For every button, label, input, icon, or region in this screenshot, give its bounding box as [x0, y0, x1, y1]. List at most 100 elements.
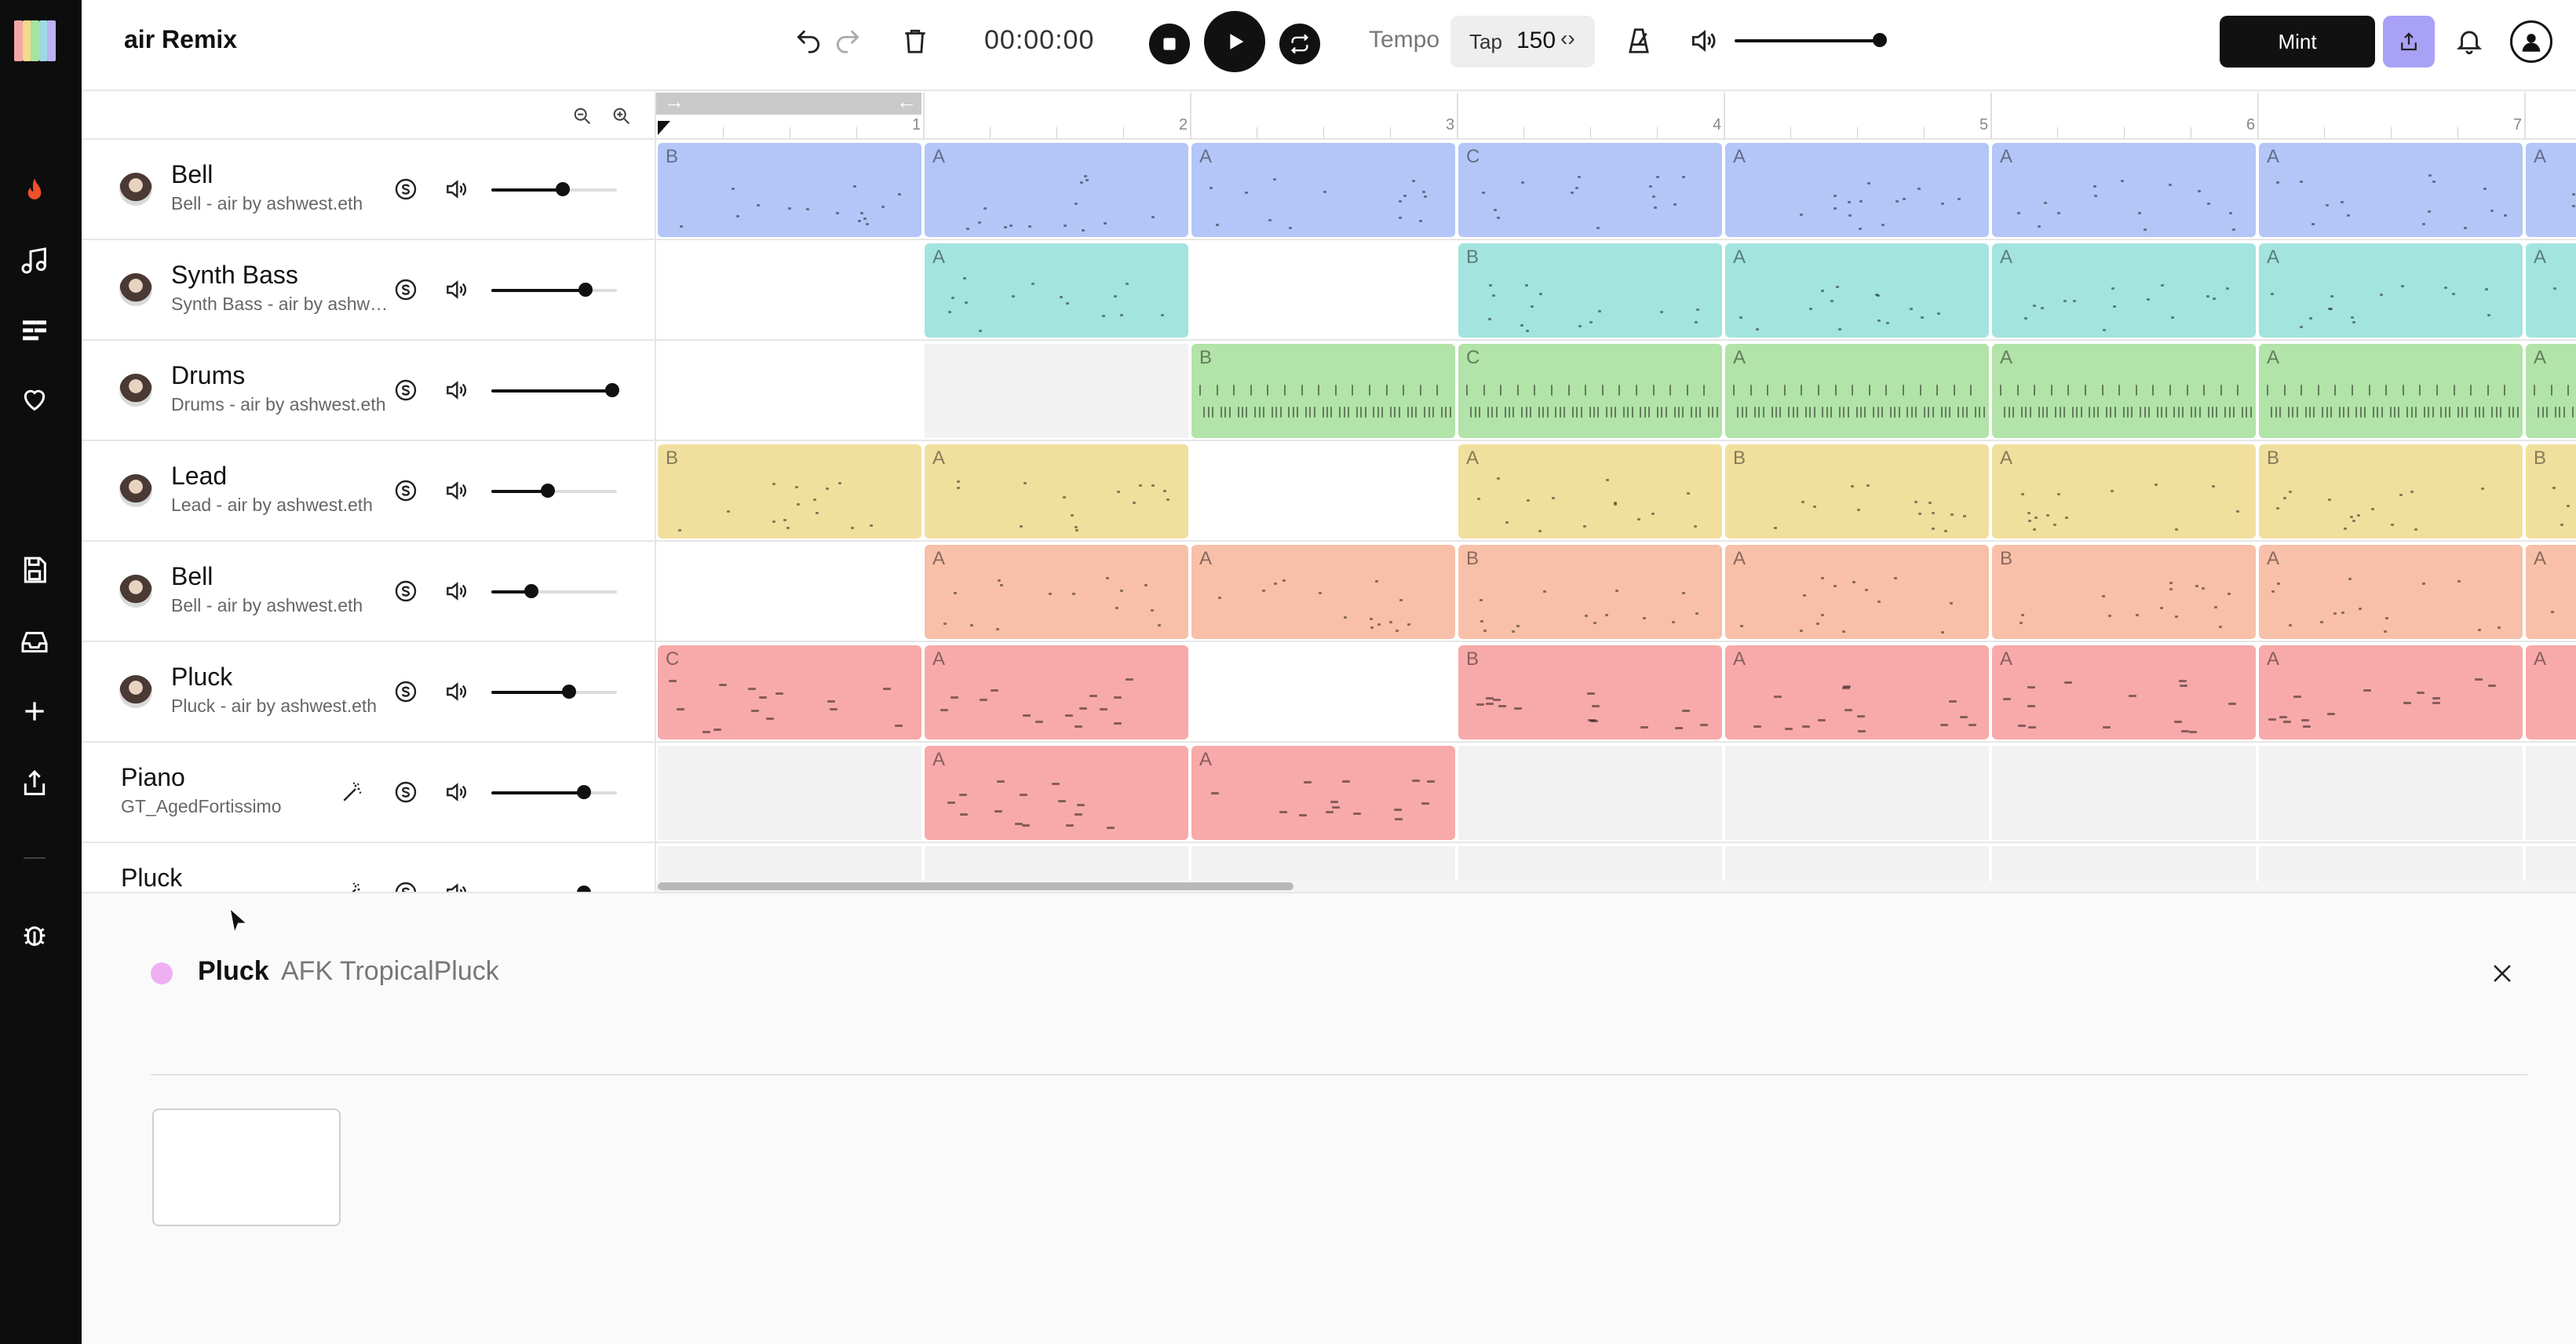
empty-slot[interactable] — [2259, 746, 2523, 840]
pattern-clip[interactable]: A — [1992, 645, 2256, 740]
solo-icon[interactable] — [391, 476, 421, 506]
track-name[interactable]: Bell — [171, 160, 213, 189]
loop-end-handle[interactable]: ← — [896, 93, 917, 114]
tempo-value[interactable]: 150 — [1516, 27, 1556, 54]
bug-icon[interactable] — [17, 917, 52, 951]
pattern-clip[interactable]: A — [925, 545, 1188, 639]
pattern-clip[interactable]: A — [2259, 344, 2523, 438]
app-logo-icon[interactable] — [14, 20, 56, 61]
track-name[interactable]: Pluck — [171, 663, 232, 692]
track-volume-icon[interactable] — [441, 375, 471, 405]
track-name[interactable]: Drums — [171, 361, 245, 390]
slider-knob[interactable] — [556, 182, 571, 196]
track-volume-icon[interactable] — [441, 677, 471, 707]
scrollbar-thumb[interactable] — [658, 882, 1293, 890]
empty-slot[interactable] — [925, 344, 1188, 438]
solo-icon[interactable] — [391, 275, 421, 305]
notification-bell-icon[interactable] — [2452, 24, 2487, 58]
track-lane[interactable]: BAACAAAA — [656, 140, 2576, 240]
track-name[interactable]: Synth Bass — [171, 261, 298, 290]
master-volume-knob[interactable] — [1873, 33, 1887, 47]
pattern-clip[interactable]: A — [1992, 344, 2256, 438]
pattern-clip[interactable]: B — [2259, 444, 2523, 539]
empty-slot[interactable] — [2526, 746, 2576, 840]
upload-button[interactable] — [2383, 16, 2435, 68]
track-volume-icon[interactable] — [441, 275, 471, 305]
inbox-icon[interactable] — [17, 625, 52, 659]
music-note-icon[interactable] — [17, 243, 52, 278]
metronome-icon[interactable] — [1622, 24, 1656, 58]
pattern-clip[interactable]: B — [1458, 545, 1722, 639]
add-icon[interactable] — [17, 694, 52, 729]
track-lane[interactable]: BCAAAA — [656, 341, 2576, 441]
loop-region[interactable]: → ← — [656, 93, 921, 115]
magic-wand-icon[interactable] — [338, 777, 367, 807]
track-volume-icon[interactable] — [441, 878, 471, 892]
slider-knob[interactable] — [577, 785, 592, 799]
empty-slot[interactable] — [1458, 746, 1722, 840]
pattern-clip[interactable]: A — [925, 645, 1188, 740]
pattern-clip[interactable]: B — [1992, 545, 2256, 639]
pattern-clip[interactable]: A — [1992, 444, 2256, 539]
pattern-clip[interactable]: A — [1992, 243, 2256, 338]
solo-icon[interactable] — [391, 576, 421, 606]
pattern-clip[interactable]: A — [2259, 645, 2523, 740]
pattern-clip[interactable]: A — [2526, 645, 2576, 740]
track-volume-icon[interactable] — [441, 777, 471, 807]
pattern-clip[interactable]: B — [1725, 444, 1989, 539]
track-row[interactable]: Piano GT_AgedFortissimo — [82, 743, 655, 843]
pattern-clip[interactable]: C — [1458, 143, 1722, 237]
loop-button[interactable] — [1279, 24, 1320, 64]
master-volume-icon[interactable] — [1686, 24, 1720, 58]
solo-icon[interactable] — [391, 878, 421, 892]
user-avatar[interactable] — [2510, 20, 2552, 63]
pattern-clip[interactable]: A — [1458, 444, 1722, 539]
solo-icon[interactable] — [391, 174, 421, 204]
magic-wand-icon[interactable] — [338, 878, 367, 892]
track-volume-slider[interactable] — [491, 584, 617, 598]
close-icon[interactable] — [2485, 956, 2519, 991]
pattern-clip[interactable]: A — [2526, 143, 2576, 237]
pattern-clip[interactable]: A — [2526, 545, 2576, 639]
pattern-clip[interactable]: A — [2259, 243, 2523, 338]
instrument-preview-box[interactable] — [152, 1108, 341, 1226]
track-name[interactable]: Pluck — [121, 864, 182, 892]
pattern-clip[interactable]: A — [1191, 746, 1455, 840]
empty-slot[interactable] — [1725, 746, 1989, 840]
track-row[interactable]: Synth Bass Synth Bass - air by ashwest.et… — [82, 240, 655, 341]
master-volume-slider[interactable] — [1735, 39, 1884, 42]
track-volume-icon[interactable] — [441, 576, 471, 606]
track-volume-slider[interactable] — [491, 283, 617, 297]
empty-slot[interactable] — [658, 746, 921, 840]
track-lane[interactable]: CABAAAA — [656, 642, 2576, 743]
pattern-clip[interactable]: A — [925, 143, 1188, 237]
pattern-clip[interactable]: A — [2259, 143, 2523, 237]
share-icon[interactable] — [17, 766, 52, 801]
loop-start-handle[interactable]: → — [664, 93, 684, 114]
save-icon[interactable] — [17, 553, 52, 587]
project-title[interactable]: air Remix — [124, 25, 237, 54]
empty-slot[interactable] — [1992, 746, 2256, 840]
playhead-icon[interactable] — [656, 119, 672, 137]
heart-icon[interactable] — [17, 382, 52, 416]
fire-icon[interactable] — [17, 174, 52, 209]
slider-knob[interactable] — [541, 484, 555, 498]
track-name[interactable]: Bell — [171, 562, 213, 591]
arrangement-icon[interactable] — [17, 312, 52, 347]
track-volume-slider[interactable] — [491, 484, 617, 498]
timeline-ruler[interactable]: → ← 1 2 3 4 5 6 7 — [656, 93, 2576, 140]
pattern-clip[interactable]: A — [1992, 143, 2256, 237]
play-button[interactable] — [1204, 11, 1265, 72]
track-volume-slider[interactable] — [491, 785, 617, 799]
slider-knob[interactable] — [578, 283, 593, 297]
track-volume-slider[interactable] — [491, 182, 617, 196]
undo-icon[interactable] — [791, 24, 826, 58]
pattern-clip[interactable]: C — [658, 645, 921, 740]
pattern-clip[interactable]: C — [1458, 344, 1722, 438]
track-row[interactable]: Lead Lead - air by ashwest.eth — [82, 441, 655, 542]
zoom-out-icon[interactable] — [567, 100, 598, 132]
redo-icon[interactable] — [830, 24, 865, 58]
track-row[interactable]: Pluck — [82, 843, 655, 892]
track-lane[interactable]: ABAAAA — [656, 240, 2576, 341]
pattern-clip[interactable]: B — [658, 444, 921, 539]
